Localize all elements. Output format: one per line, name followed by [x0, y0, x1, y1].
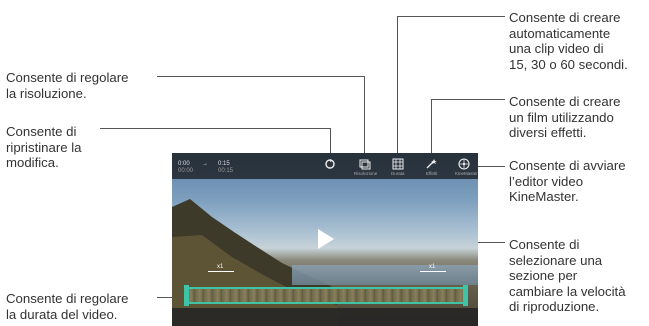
callout-auto-clip-line2: automaticamente: [509, 25, 611, 41]
duration-label: Durata: [391, 171, 405, 176]
leader-effects: [431, 99, 505, 100]
callout-restore: Consente di ripristinare la modifica.: [6, 124, 82, 171]
effects-icon[interactable]: [424, 157, 438, 171]
callout-restore-line1: Consente di: [6, 124, 77, 139]
time-start: 0:00: [178, 161, 190, 167]
video-timeline[interactable]: [184, 287, 468, 304]
kinemaster-icon[interactable]: [457, 157, 471, 171]
leader-auto-clip-v: [397, 16, 398, 158]
timeline-handle-end[interactable]: [463, 285, 468, 306]
callout-resolution-line1: Consente di regolare: [6, 70, 129, 85]
kinemaster-label: KineMaster: [455, 171, 478, 176]
editor-toolbar: 0:00 → 0:15 00:00 00:15 Risoluzione Dura…: [172, 153, 478, 179]
speed-range-left[interactable]: [208, 271, 234, 272]
callout-effects: Consente di creare un film utilizzando d…: [509, 94, 620, 141]
callout-speed-line5: di riproduzione.: [509, 299, 600, 314]
callout-kinemaster: Consente di avviare l’editor video KineM…: [509, 158, 626, 205]
effects-label: Effetti: [426, 171, 438, 176]
timeline-handle-start[interactable]: [184, 285, 189, 306]
callout-speed-line2: selezionare una: [509, 252, 603, 268]
callout-speed-line3: sezione per: [509, 268, 578, 283]
callout-auto-clip-line4: 15, 30 o 60 secondi.: [509, 56, 628, 72]
callout-auto-clip-line1: Consente di creare: [509, 10, 621, 25]
callout-duration: Consente di regolare la durata del video…: [6, 291, 128, 322]
callout-resolution: Consente di regolare la risoluzione.: [6, 70, 128, 101]
time-sub-start: 00:00: [178, 168, 194, 174]
callout-effects-line2: un film utilizzando: [509, 109, 614, 125]
callout-kinemaster-line3: KineMaster.: [509, 189, 579, 204]
callout-speed: Consente di selezionare una sezione per …: [509, 237, 626, 315]
callout-duration-line1: Consente di regolare: [6, 291, 129, 306]
leader-restore: [100, 128, 330, 129]
callout-speed-line4: cambiare la velocità: [509, 283, 626, 299]
speed-marker-left: x1: [217, 264, 224, 270]
callout-restore-line3: modifica.: [6, 155, 59, 170]
speed-marker-right: x1: [429, 264, 436, 270]
resolution-label: Risoluzione: [354, 171, 378, 176]
callout-effects-line1: Consente di creare: [509, 94, 621, 109]
callout-auto-clip-line3: una clip video di: [509, 41, 604, 56]
callout-effects-line3: diversi effetti.: [509, 125, 587, 140]
callout-duration-line2: la durata del video.: [6, 306, 118, 322]
leader-resolution-v: [364, 76, 365, 158]
leader-resolution: [157, 76, 364, 77]
callout-restore-line2: ripristinare la: [6, 139, 82, 155]
speed-range-right[interactable]: [420, 271, 446, 272]
callout-kinemaster-line1: Consente di avviare: [509, 158, 626, 173]
callout-speed-line1: Consente di: [509, 237, 580, 252]
callout-kinemaster-line2: l’editor video: [509, 173, 584, 189]
bottom-strip: [172, 308, 478, 326]
callout-auto-clip: Consente di creare automaticamente una c…: [509, 10, 628, 72]
time-arrow: →: [202, 161, 208, 167]
play-button[interactable]: [318, 229, 334, 249]
resolution-icon[interactable]: [358, 157, 372, 171]
leader-effects-v: [431, 99, 432, 158]
restore-icon[interactable]: [323, 157, 337, 171]
auto-clip-icon[interactable]: [391, 157, 405, 171]
time-sub-end: 00:15: [218, 168, 234, 174]
time-end: 0:15: [218, 161, 230, 167]
sea: [292, 265, 478, 285]
callout-resolution-line2: la risoluzione.: [6, 85, 87, 101]
leader-auto-clip: [397, 16, 505, 17]
